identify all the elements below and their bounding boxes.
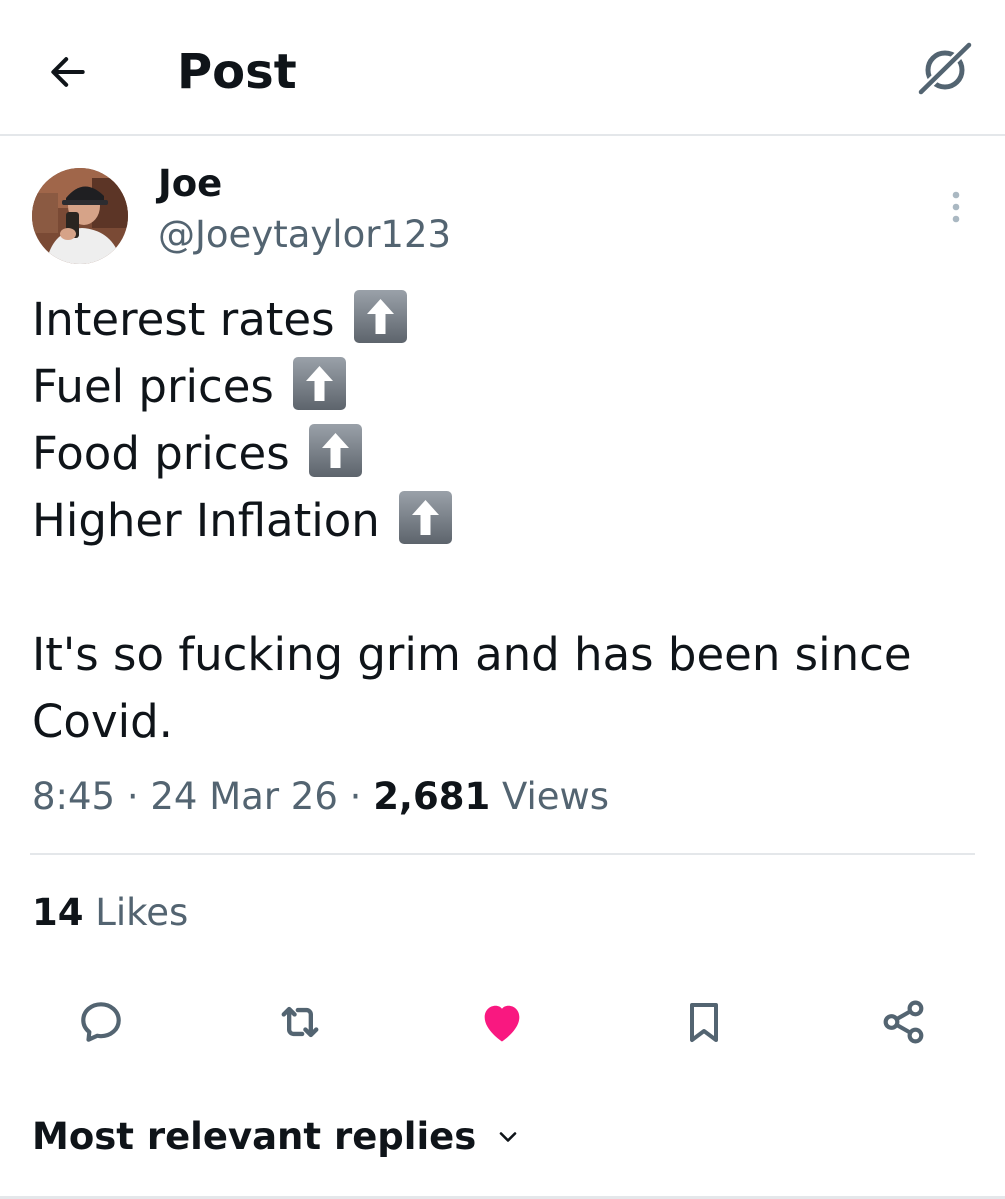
tweet-closing-text: It's so fucking grim and has been since … [32,628,912,748]
tweet-meta: 8:45 · 24 Mar 26 · 2,681 Views [32,772,609,822]
more-vertical-icon [952,191,960,223]
tweet-line: Fuel prices [32,353,972,420]
up-arrow-emoji-icon [293,357,347,410]
bookmark-button[interactable] [672,990,736,1054]
bookmark-icon [690,1003,718,1042]
more-options-button[interactable] [938,185,974,229]
heart-filled-icon [484,1005,520,1042]
avatar-photo [32,168,128,264]
arrow-left-icon [51,57,85,87]
grok-button[interactable] [916,40,974,98]
replies-sort-label: Most relevant replies [32,1115,477,1158]
action-bar [0,990,1005,1054]
share-button[interactable] [872,990,936,1054]
avatar[interactable] [32,168,128,264]
like-button[interactable] [470,990,534,1054]
tweet-date: 24 Mar 26 [150,775,338,818]
tweet-line: Interest rates [32,286,972,353]
views-label[interactable]: Views [502,775,609,818]
replies-sort-dropdown[interactable]: Most relevant replies [32,1112,520,1162]
repost-icon [281,1006,319,1038]
tweet-line-text: Interest rates [32,293,335,346]
tweet-line-text: Fuel prices [32,360,274,413]
page-title: Post [177,44,297,100]
up-arrow-emoji-icon [399,491,453,544]
tweet-line: Food prices [32,420,972,487]
top-bar: Post [0,0,1005,136]
divider [30,853,975,855]
likes-summary[interactable]: 14 Likes [32,888,188,938]
likes-count: 14 [32,891,84,934]
tweet-line: Higher Inflation [32,487,972,554]
share-icon [883,1000,924,1044]
likes-label: Likes [95,891,189,934]
tweet-line-text: Food prices [32,427,290,480]
reply-icon [81,1002,121,1042]
up-arrow-emoji-icon [353,290,407,343]
author-handle[interactable]: @Joeytaylor123 [158,211,451,259]
repost-button[interactable] [268,990,332,1054]
meta-separator: · [349,775,362,818]
back-button[interactable] [44,48,92,96]
tweet-time: 8:45 [32,775,116,818]
chevron-down-icon [496,1125,520,1149]
views-count[interactable]: 2,681 [373,775,490,818]
reply-button[interactable] [69,990,133,1054]
tweet-line-text: Higher Inflation [32,494,380,547]
tweet-text: Interest rates Fuel prices Food prices H… [32,286,972,755]
up-arrow-emoji-icon [308,424,362,477]
meta-separator: · [126,775,139,818]
grok-icon [916,41,973,97]
author-name[interactable]: Joe [158,160,222,208]
